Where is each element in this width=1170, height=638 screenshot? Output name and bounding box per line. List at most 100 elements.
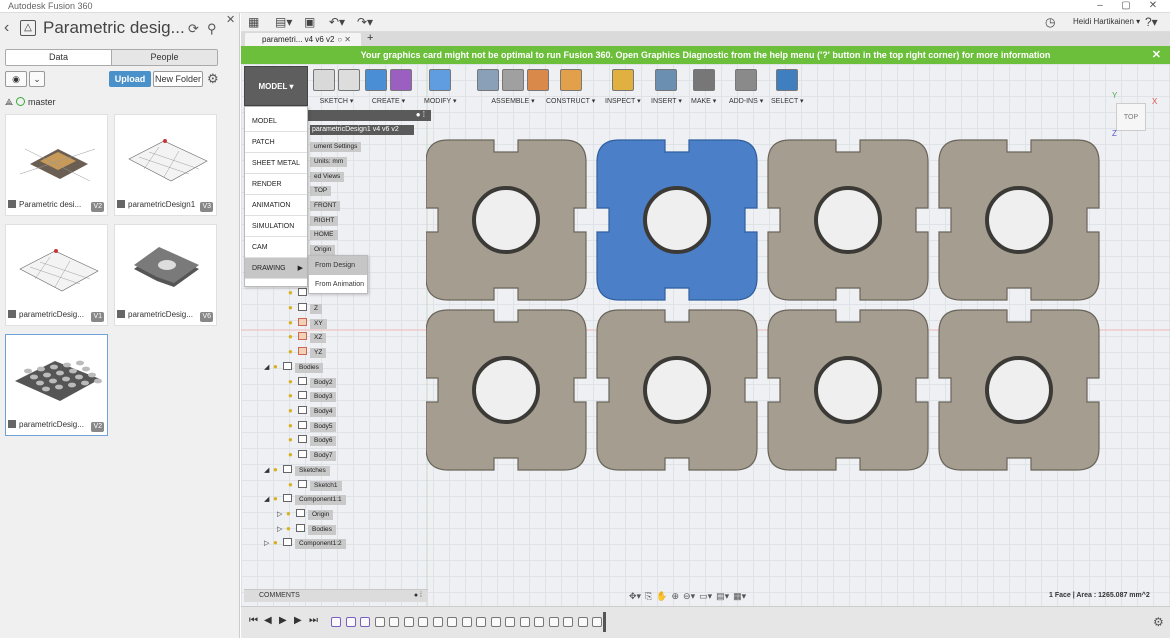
fit-icon[interactable]: ⊖▾ — [683, 591, 695, 602]
timeline-feature-icon[interactable] — [447, 617, 457, 627]
browser-node[interactable]: ● Body2 — [288, 377, 337, 388]
browser-node[interactable]: RIGHT — [310, 215, 339, 226]
ribbon-group-label[interactable]: CONSTRUCT ▾ — [546, 97, 595, 105]
refresh-icon[interactable]: ⟳ — [188, 21, 199, 37]
timeline-feature-icon[interactable] — [592, 617, 602, 627]
file-thumbnail[interactable]: parametricDesig... V6 — [114, 224, 217, 326]
browser-node[interactable]: ◢ ● Component1:1 — [264, 494, 346, 505]
browser-node[interactable]: ed Views — [310, 171, 345, 182]
visibility-bulb-icon[interactable]: ● — [288, 288, 296, 297]
timeline-feature-icon[interactable] — [418, 617, 428, 627]
workspace-item[interactable]: SIMULATION — [245, 216, 307, 237]
part-body[interactable] — [938, 139, 1100, 301]
timeline-feature-icon[interactable] — [360, 617, 370, 627]
zoom-icon[interactable]: ⊕ — [671, 591, 679, 602]
browser-node[interactable]: ● Body6 — [288, 435, 337, 446]
workspace-item[interactable]: SHEET METAL — [245, 153, 307, 174]
file-thumbnail[interactable]: parametricDesig... V2 — [5, 334, 108, 436]
timeline-feature-icon[interactable] — [534, 617, 544, 627]
hub-icon[interactable]: ⟁ — [5, 97, 13, 107]
ribbon-group-label[interactable]: INSERT ▾ — [651, 97, 682, 105]
view-cube[interactable]: TOP X Y Z — [1112, 91, 1157, 138]
ribbon-tool-icon[interactable] — [692, 69, 715, 91]
browser-node[interactable]: ▷ ● Component1:2 — [264, 538, 346, 549]
ribbon-group-3[interactable]: ASSEMBLE ▾ — [477, 69, 549, 105]
ribbon-tool-icon[interactable] — [365, 69, 387, 91]
browser-node[interactable]: ● Body5 — [288, 421, 337, 432]
view-dropdown-button[interactable]: ⌄ — [29, 71, 45, 87]
ribbon-group-6[interactable]: INSERT ▾ — [651, 69, 682, 105]
timeline-next-icon[interactable]: ▶ — [294, 615, 302, 626]
minimize-button[interactable]: – — [1090, 0, 1110, 11]
workspace-item[interactable]: MODEL — [245, 111, 307, 132]
browser-node-hidden[interactable]: ● — [288, 288, 310, 299]
browser-node[interactable]: ● XZ — [288, 332, 327, 343]
ribbon-tool-icon[interactable] — [655, 69, 678, 91]
visibility-bulb-icon[interactable]: ● — [288, 421, 296, 430]
browser-node[interactable]: ● YZ — [288, 347, 327, 358]
browser-node[interactable]: ◢ ● Sketches — [264, 465, 330, 476]
ribbon-tool-icon[interactable] — [559, 69, 582, 91]
ribbon-tool-icon[interactable] — [611, 69, 634, 91]
part-body[interactable] — [426, 139, 587, 301]
timeline-feature-icon[interactable] — [331, 617, 341, 627]
collapse-triangle-icon[interactable]: ◢ — [264, 362, 273, 373]
timeline-feature-icon[interactable] — [461, 617, 472, 627]
ribbon-group-7[interactable]: MAKE ▾ — [691, 69, 716, 105]
ribbon-group-9[interactable]: SELECT ▾ — [771, 69, 804, 105]
workspace-item[interactable]: PATCH — [245, 132, 307, 153]
viewports-icon[interactable]: ▦▾ — [733, 591, 746, 602]
ribbon-group-label[interactable]: ASSEMBLE ▾ — [477, 97, 549, 105]
workspace-item[interactable]: RENDER — [245, 174, 307, 195]
visibility-bulb-icon[interactable]: ● — [286, 524, 294, 533]
browser-node[interactable]: ument Settings — [310, 141, 362, 152]
browser-node[interactable]: ● Body3 — [288, 391, 337, 402]
ribbon-tool-icon[interactable] — [477, 69, 499, 91]
browser-root-label[interactable]: parametricDesign1 v4 v6 v2 — [310, 125, 414, 135]
close-tab-icon[interactable]: ○ ✕ — [337, 33, 351, 46]
file-thumbnail[interactable]: parametricDesign1 V3 — [114, 114, 217, 216]
ribbon-tool-icon[interactable] — [390, 69, 412, 91]
timeline-prev-icon[interactable]: ◀ — [264, 615, 272, 626]
visibility-bulb-icon[interactable]: ● — [273, 362, 281, 371]
timeline-marker[interactable] — [603, 612, 606, 632]
undo-icon[interactable]: ↶▾ — [329, 15, 345, 29]
version-badge[interactable]: V6 — [200, 312, 213, 322]
version-badge[interactable]: V1 — [91, 312, 104, 322]
visibility-bulb-icon[interactable]: ● — [288, 303, 296, 312]
expand-triangle-icon[interactable]: ▷ — [277, 509, 286, 520]
job-status-icon[interactable]: ◷ — [1045, 15, 1055, 29]
browser-node[interactable]: ● Body7 — [288, 450, 337, 461]
display-settings-icon[interactable]: ▭▾ — [699, 591, 712, 602]
collapse-triangle-icon[interactable]: ◢ — [264, 465, 273, 476]
part-body[interactable] — [767, 309, 929, 471]
timeline-feature-icon[interactable] — [389, 617, 399, 627]
timeline-gear-icon[interactable]: ⚙ — [1153, 615, 1164, 629]
save-icon[interactable]: ▣ — [304, 15, 315, 29]
ribbon-group-5[interactable]: INSPECT ▾ — [605, 69, 641, 105]
from-design-item[interactable]: From Design — [309, 256, 367, 275]
browser-node[interactable]: Origin — [310, 244, 336, 255]
new-folder-button[interactable]: New Folder — [153, 71, 203, 87]
ribbon-tool-icon[interactable] — [338, 69, 360, 91]
browser-node[interactable]: FRONT — [310, 200, 341, 211]
tab-people[interactable]: People — [111, 50, 217, 65]
ribbon-group-8[interactable]: ADD-INS ▾ — [729, 69, 763, 105]
look-at-icon[interactable]: ⎘ — [645, 591, 652, 602]
ribbon-group-4[interactable]: CONSTRUCT ▾ — [546, 69, 595, 105]
comments-options-icon[interactable]: ● ⁞ — [414, 590, 422, 602]
ribbon-group-2[interactable]: MODIFY ▾ — [424, 69, 457, 105]
gear-icon[interactable]: ⚙ — [207, 71, 219, 87]
visibility-bulb-icon[interactable]: ● — [286, 509, 294, 518]
file-thumbnail[interactable]: parametricDesig... V1 — [5, 224, 108, 326]
workspace-item[interactable]: ANIMATION — [245, 195, 307, 216]
close-panel-icon[interactable]: ✕ — [226, 13, 235, 26]
browser-node[interactable]: ▷ ● Bodies — [277, 524, 336, 535]
browser-node[interactable]: HOME — [310, 229, 338, 240]
timeline-feature-icon[interactable] — [432, 617, 443, 627]
part-body[interactable] — [426, 309, 587, 471]
visibility-bulb-icon[interactable]: ● — [288, 406, 296, 415]
visibility-bulb-icon[interactable]: ● — [288, 450, 296, 459]
visibility-bulb-icon[interactable]: ● — [288, 377, 296, 386]
ribbon-tool-icon[interactable] — [313, 69, 335, 91]
